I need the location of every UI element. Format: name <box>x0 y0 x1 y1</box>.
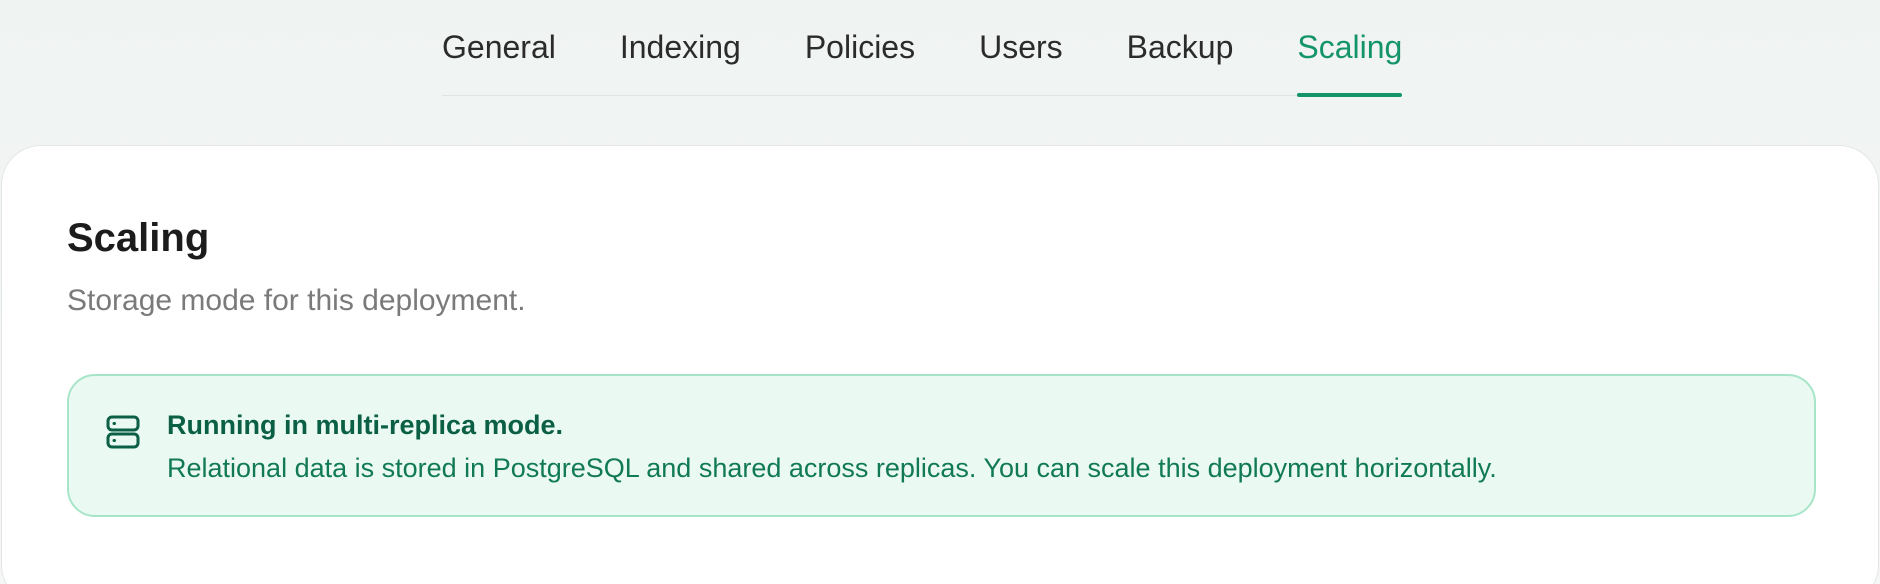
panel-title: Scaling <box>67 216 210 260</box>
panel-subtitle: Storage mode for this deployment. <box>67 284 526 317</box>
tab-indexing[interactable]: Indexing <box>620 0 741 95</box>
notice-body: Relational data is stored in PostgreSQL … <box>167 453 1497 483</box>
server-icon <box>105 414 141 450</box>
tab-general[interactable]: General <box>442 0 556 95</box>
tab-backup[interactable]: Backup <box>1127 0 1234 95</box>
storage-mode-notice: Running in multi-replica mode. Relationa… <box>67 374 1816 517</box>
settings-tabs: General Indexing Policies Users Backup S… <box>442 0 1403 97</box>
notice-title: Running in multi-replica mode. <box>167 410 564 440</box>
tab-scaling[interactable]: Scaling <box>1297 0 1402 97</box>
tab-policies[interactable]: Policies <box>805 0 915 95</box>
scaling-panel: Scaling Storage mode for this deployment… <box>1 145 1879 584</box>
tab-users[interactable]: Users <box>979 0 1063 95</box>
